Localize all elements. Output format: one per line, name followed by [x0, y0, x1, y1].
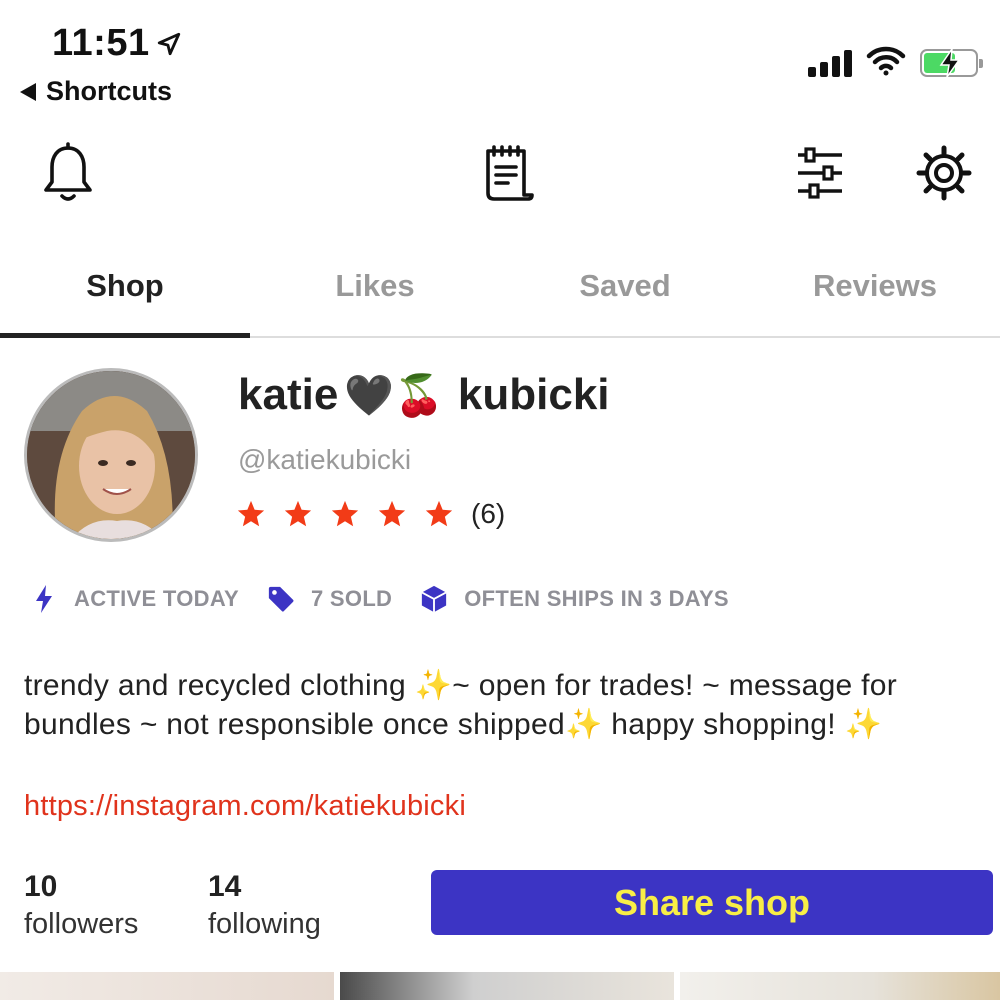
following-count: 14 [208, 870, 242, 903]
badge-label: OFTEN SHIPS IN 3 DAYS [464, 586, 729, 611]
tab-likes[interactable]: Likes [250, 258, 500, 336]
clock-label: 11:51 [52, 22, 150, 64]
profile-tabs: Shop Likes Saved Reviews [0, 258, 1000, 338]
name-emoji: 🖤🍒 [344, 373, 444, 418]
back-label: Shortcuts [46, 76, 173, 106]
instagram-link[interactable]: https://instagram.com/katiekubicki [24, 790, 466, 823]
bell-icon[interactable] [38, 140, 98, 206]
listing-thumbnail[interactable] [0, 972, 334, 1000]
tab-saved[interactable]: Saved [500, 258, 750, 336]
badge-label: 7 SOLD [310, 586, 393, 611]
badge-sold: 7 SOLD [267, 584, 392, 614]
badge-label: ACTIVE TODAY [74, 586, 239, 611]
followers-label: followers [24, 908, 139, 940]
status-indicators [808, 44, 983, 81]
listing-thumbnail[interactable] [680, 972, 1000, 1000]
star-icon [237, 500, 265, 527]
star-icon [331, 500, 359, 527]
share-shop-button[interactable]: Share shop [431, 870, 993, 935]
shop-badges: ACTIVE TODAY 7 SOLD OFTEN SHIPS IN 3 DAY… [30, 584, 757, 614]
profile-name: katie 🖤🍒 kubicki [238, 370, 610, 420]
followers-count: 10 [24, 870, 58, 903]
back-to-shortcuts[interactable]: Shortcuts [20, 76, 172, 107]
review-count: (6) [471, 498, 506, 529]
receipt-icon[interactable] [478, 140, 538, 206]
cellular-signal-icon [808, 49, 852, 77]
badge-active-today: ACTIVE TODAY [30, 584, 239, 614]
star-icon [425, 500, 453, 527]
back-triangle-icon [20, 82, 36, 101]
star-icon [284, 500, 312, 527]
tag-icon [268, 586, 294, 612]
name-last: kubicki [457, 370, 610, 419]
wifi-icon [866, 44, 906, 81]
rating[interactable]: (6) [236, 498, 505, 530]
star-icon [378, 500, 406, 527]
badge-shipping: OFTEN SHIPS IN 3 DAYS [420, 584, 729, 614]
status-time: 11:51 [52, 22, 182, 65]
avatar[interactable] [24, 368, 198, 542]
followers-stat[interactable]: 10 followers [24, 870, 138, 941]
listing-thumbnail[interactable] [340, 972, 674, 1000]
battery-charging-icon [920, 47, 983, 77]
tab-shop[interactable]: Shop [0, 258, 250, 338]
following-label: following [208, 908, 321, 940]
box-icon [421, 585, 447, 613]
following-stat[interactable]: 14 following [208, 870, 321, 941]
location-arrow-icon [157, 32, 180, 55]
gear-icon[interactable] [914, 140, 974, 206]
profile-handle: @katiekubicki [238, 444, 412, 475]
shop-bio: trendy and recycled clothing ✨~ open for… [24, 669, 898, 741]
name-first: katie [238, 370, 339, 419]
lightning-icon [36, 585, 52, 613]
tab-reviews[interactable]: Reviews [750, 258, 1000, 336]
sliders-icon[interactable] [790, 140, 850, 206]
